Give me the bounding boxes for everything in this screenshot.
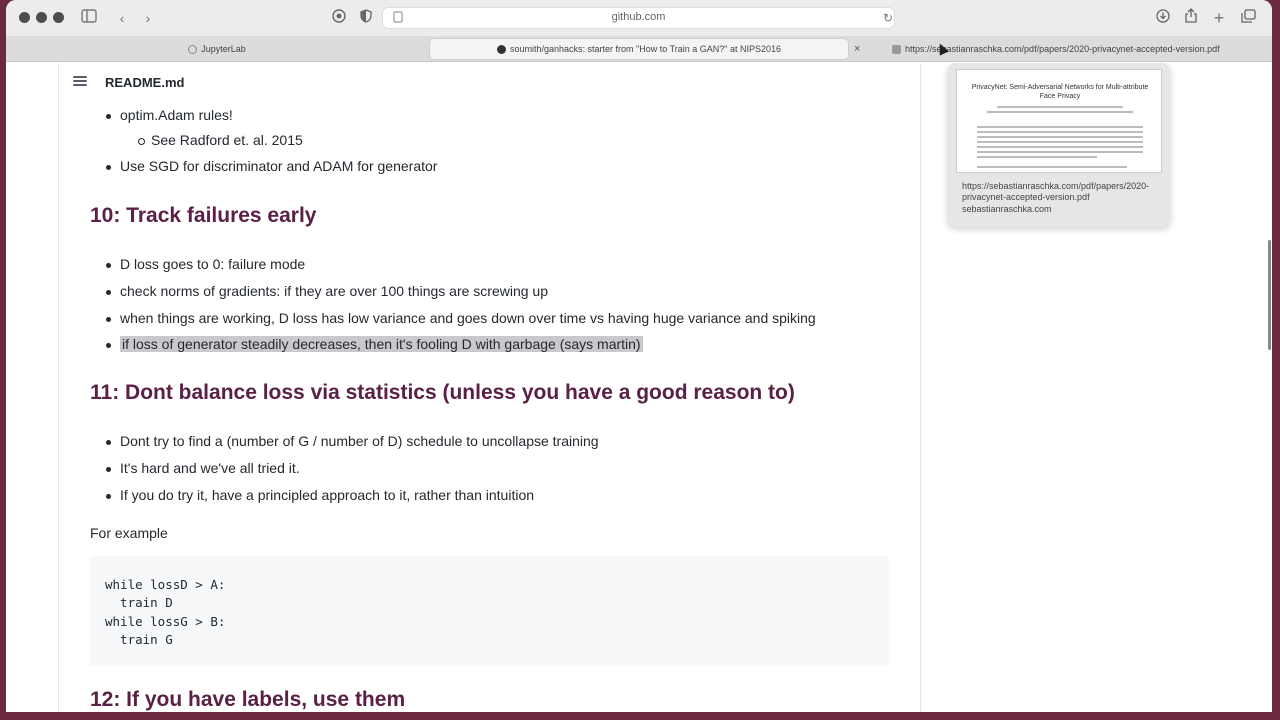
shield-icon[interactable] (356, 8, 376, 28)
readme-article: README.md optim.Adam rules! See Radford … (58, 63, 921, 712)
list-item: Use SGD for discriminator and ADAM for g… (105, 158, 438, 174)
list-item: It's hard and we've all tried it. (106, 460, 300, 476)
list-item: Dont try to find a (number of G / number… (106, 433, 599, 449)
page-content: README.md optim.Adam rules! See Radford … (6, 63, 1272, 712)
readme-title: README.md (105, 75, 185, 90)
thumbnail-title: PrivacyNet: Semi-Adversarial Networks fo… (971, 84, 1149, 100)
code-line: train G (105, 632, 173, 647)
list-item-link[interactable]: See Radford et. al. 2015 (138, 132, 303, 148)
tab-favicon-icon (188, 45, 198, 55)
new-tab-icon[interactable]: + (1209, 8, 1229, 28)
thumbnail-text-line (977, 166, 1127, 168)
code-line: train D (105, 595, 173, 610)
pdf-thumbnail: PrivacyNet: Semi-Adversarial Networks fo… (956, 69, 1162, 173)
thumbnail-text-line (977, 156, 1097, 158)
sidebar-icon[interactable] (79, 8, 99, 28)
reload-icon[interactable]: ↻ (878, 8, 898, 28)
list-item: D loss goes to 0: failure mode (105, 256, 306, 272)
address-text: github.com (611, 11, 666, 23)
close-tab-icon[interactable]: × (854, 39, 860, 59)
section-heading: 12: If you have labels, use them (90, 688, 406, 711)
tab-jupyterlab[interactable]: JupyterLab (6, 39, 428, 59)
thumbnail-text-line (997, 106, 1123, 108)
tab-label: JupyterLab (201, 44, 246, 54)
share-icon[interactable] (1181, 8, 1201, 28)
scrollbar-track (1266, 0, 1274, 712)
section-heading: 10: Track failures early (90, 204, 317, 227)
forward-icon[interactable]: › (138, 8, 158, 28)
list-item: If you do try it, have a principled appr… (105, 487, 535, 503)
list-item: when things are working, D loss has low … (106, 310, 816, 326)
thumbnail-text-line (977, 141, 1143, 143)
tab-label: https://sebastianraschka.com/pdf/papers/… (905, 44, 1220, 54)
privacy-report-icon[interactable] (329, 8, 349, 28)
thumbnail-text-line (977, 136, 1143, 138)
selected-text[interactable]: if loss of generator steadily decreases,… (120, 336, 643, 352)
browser-window: ‹ › github.com ↻ + JupyterLab soumith/ga… (6, 0, 1272, 712)
thumbnail-text-line (987, 111, 1133, 113)
link-preview-popover[interactable]: PrivacyNet: Semi-Adversarial Networks fo… (948, 63, 1170, 227)
list-item-highlighted: if loss of generator steadily decreases,… (106, 336, 643, 352)
back-icon[interactable]: ‹ (112, 8, 132, 28)
tab-ganhacks[interactable]: soumith/ganhacks: starter from "How to T… (430, 39, 848, 59)
tab-label: soumith/ganhacks: starter from "How to T… (509, 44, 781, 54)
zoom-window-button[interactable] (53, 12, 64, 23)
code-line: while lossD > A: (105, 577, 226, 592)
list-item: check norms of gradients: if they are ov… (106, 283, 548, 299)
tab-favicon-icon (892, 45, 901, 55)
list-item: optim.Adam rules! (106, 107, 233, 123)
section-heading: 11: Dont balance loss via statistics (un… (90, 381, 795, 404)
address-bar[interactable]: github.com ↻ (382, 7, 895, 29)
downloads-icon[interactable] (1153, 8, 1173, 28)
close-window-button[interactable] (19, 12, 30, 23)
browser-toolbar: ‹ › github.com ↻ + (6, 0, 1272, 36)
preview-domain: sebastianraschka.com (962, 204, 1052, 214)
github-icon (496, 45, 506, 55)
tab-bar: JupyterLab soumith/ganhacks: starter fro… (6, 36, 1272, 62)
code-block[interactable]: while lossD > A: train D while lossG > B… (89, 556, 889, 666)
thumbnail-text-line (977, 131, 1143, 133)
scrollbar-thumb[interactable] (1268, 240, 1271, 350)
code-line: while lossG > B: (105, 614, 226, 629)
paragraph: For example (90, 525, 168, 541)
minimize-window-button[interactable] (36, 12, 47, 23)
tab-overview-icon[interactable] (1238, 8, 1258, 28)
thumbnail-text-line (977, 151, 1143, 153)
thumbnail-text-line (977, 126, 1143, 128)
table-of-contents-icon[interactable] (73, 76, 87, 86)
thumbnail-text-line (977, 146, 1143, 148)
preview-url: https://sebastianraschka.com/pdf/papers/… (962, 181, 1150, 202)
